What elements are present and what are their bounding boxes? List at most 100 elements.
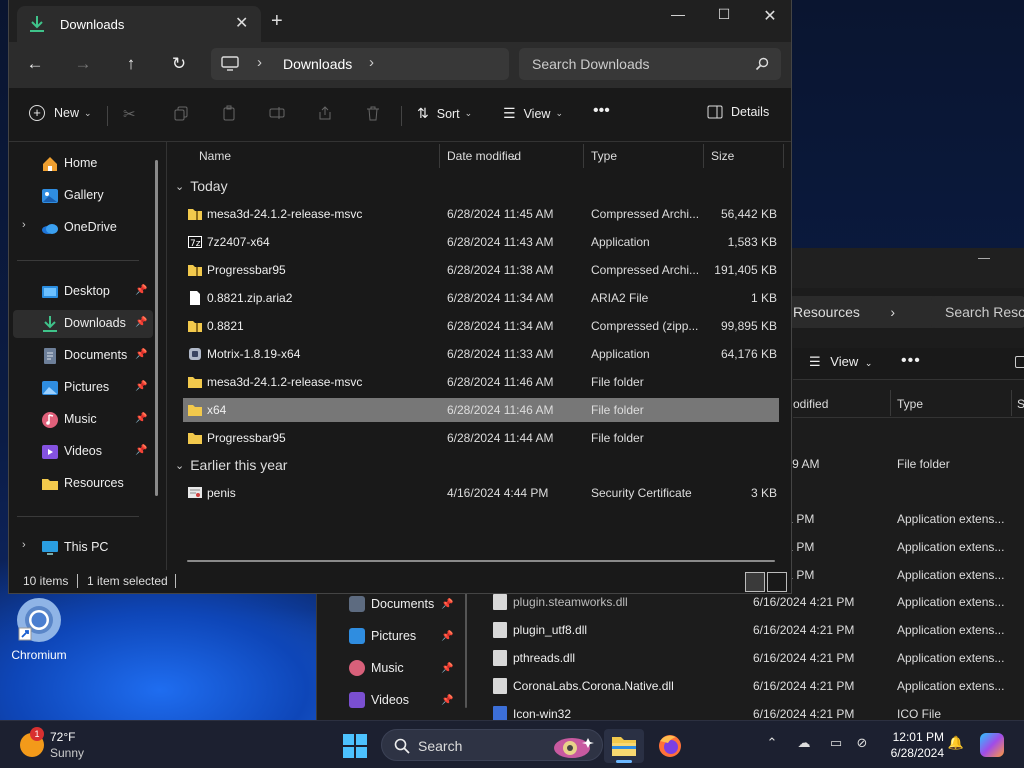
background-view-button[interactable]: ☰ View ⌄: [809, 354, 872, 370]
details-button[interactable]: Details: [707, 105, 769, 119]
title-bar[interactable]: Downloads ✕ + — ☐ ✕: [9, 0, 791, 42]
column-separator[interactable]: [783, 144, 784, 168]
file-row[interactable]: mesa3d-24.1.2-release-msvc 6/28/2024 11:…: [183, 202, 779, 226]
file-row[interactable]: Motrix-1.8.19-x64 6/28/2024 11:33 AM App…: [183, 342, 779, 366]
sidebar-item-videos[interactable]: Videos 📌: [13, 438, 153, 466]
file-row[interactable]: 7z 7z2407-x64 6/28/2024 11:43 AM Applica…: [183, 230, 779, 254]
close-tab-icon[interactable]: ✕: [235, 13, 248, 33]
back-button[interactable]: ←: [23, 54, 47, 76]
sidebar-item-downloads[interactable]: Downloads 📌: [13, 310, 153, 338]
file-row[interactable]: penis 4/16/2024 4:44 PM Security Certifi…: [183, 481, 779, 505]
delete-icon[interactable]: [365, 105, 385, 125]
search-input[interactable]: Search Downloads: [519, 48, 781, 80]
clock[interactable]: 12:01 PM 6/28/2024: [882, 729, 944, 761]
file-row[interactable]: Progressbar95 6/28/2024 11:44 AM File fo…: [183, 426, 779, 450]
forward-button[interactable]: →: [71, 54, 95, 76]
rename-icon[interactable]: [269, 105, 289, 125]
chevron-right-icon[interactable]: ›: [22, 539, 26, 551]
sidebar-item-music[interactable]: Music 📌: [13, 406, 153, 434]
background-address-bar[interactable]: Resources ›: [789, 296, 937, 328]
file-row[interactable]: 0.8821 6/28/2024 11:34 AM Compressed (zi…: [183, 314, 779, 338]
show-hidden-icons-chevron-icon[interactable]: ⌃: [762, 735, 782, 755]
pin-icon[interactable]: 📌: [135, 349, 147, 360]
background-minimize-button[interactable]: [978, 258, 990, 259]
sort-button[interactable]: ⇅ Sort ⌄: [417, 105, 472, 122]
copy-icon[interactable]: [173, 105, 193, 125]
column-size[interactable]: Si: [1017, 397, 1024, 411]
start-button[interactable]: [342, 733, 368, 759]
taskbar-firefox[interactable]: [650, 729, 690, 763]
maximize-button[interactable]: ☐: [701, 6, 747, 26]
column-type[interactable]: Type: [591, 149, 617, 163]
background-search-input[interactable]: Search Resou: [931, 296, 1024, 328]
background-nav-videos[interactable]: Videos 📌: [349, 688, 453, 712]
taskbar-search[interactable]: Search: [381, 729, 603, 761]
column-separator[interactable]: [1011, 390, 1012, 416]
sidebar-item-home[interactable]: Home: [13, 150, 153, 178]
column-date-modified[interactable]: odified: [793, 397, 828, 411]
group-header-earlier-this-year[interactable]: ⌄ Earlier this year: [175, 457, 287, 473]
close-window-button[interactable]: ✕: [747, 6, 793, 26]
copilot-icon[interactable]: [980, 733, 1004, 757]
column-separator[interactable]: [583, 144, 584, 168]
tiles-view-icon[interactable]: [767, 572, 787, 592]
cut-icon[interactable]: ✂: [123, 105, 143, 125]
share-icon[interactable]: [317, 105, 337, 125]
network-volume-icon[interactable]: ⊘: [852, 735, 872, 755]
file-row[interactable]: Progressbar95 6/28/2024 11:38 AM Compres…: [183, 258, 779, 282]
file-row[interactable]: 0.8821.zip.aria2 6/28/2024 11:34 AM ARIA…: [183, 286, 779, 310]
background-file-row[interactable]: CoronaLabs.Corona.Native.dll 6/16/2024 4…: [493, 672, 1024, 700]
details-view-icon[interactable]: [745, 572, 765, 592]
new-tab-button[interactable]: +: [271, 11, 283, 31]
sidebar-item-desktop[interactable]: Desktop 📌: [13, 278, 153, 306]
explorer-window[interactable]: Downloads ✕ + — ☐ ✕ ← → ↑ ↻ › Downloads …: [8, 0, 792, 594]
cloud-offline-icon[interactable]: ☁: [794, 735, 814, 755]
background-breadcrumb[interactable]: Resources: [793, 304, 860, 320]
desktop-icon-chromium[interactable]: Chromium: [6, 596, 72, 666]
background-nav-documents[interactable]: Documents 📌: [349, 592, 453, 616]
background-file-row[interactable]: pthreads.dll 6/16/2024 4:21 PM Applicati…: [493, 644, 1024, 672]
sidebar-item-resources[interactable]: Resources: [13, 470, 153, 498]
file-row-selected[interactable]: x64 6/28/2024 11:46 AM File folder: [183, 398, 779, 422]
sidebar-item-this-pc[interactable]: › This PC: [13, 534, 153, 562]
address-bar[interactable]: › Downloads ›: [211, 48, 509, 80]
column-type[interactable]: Type: [897, 397, 923, 411]
pin-icon[interactable]: 📌: [135, 285, 147, 296]
view-button[interactable]: ☰ View ⌄: [503, 105, 563, 122]
chevron-right-icon[interactable]: ›: [22, 219, 26, 231]
sidebar-item-pictures[interactable]: Pictures 📌: [13, 374, 153, 402]
background-details-pane-icon[interactable]: [1015, 356, 1024, 368]
taskbar-file-explorer[interactable]: [604, 729, 644, 763]
sidebar-item-documents[interactable]: Documents 📌: [13, 342, 153, 370]
sidebar-item-onedrive[interactable]: › OneDrive: [13, 214, 153, 242]
paste-icon[interactable]: [221, 105, 241, 125]
file-row[interactable]: mesa3d-24.1.2-release-msvc 6/28/2024 11:…: [183, 370, 779, 394]
pin-icon[interactable]: 📌: [135, 381, 147, 392]
horizontal-scrollbar[interactable]: [187, 560, 775, 562]
pin-icon[interactable]: 📌: [135, 317, 147, 328]
background-nav-music[interactable]: Music 📌: [349, 656, 453, 680]
column-separator[interactable]: [703, 144, 704, 168]
breadcrumb-downloads[interactable]: Downloads: [283, 56, 352, 72]
background-more-button[interactable]: •••: [901, 352, 921, 370]
column-separator[interactable]: [439, 144, 440, 168]
notification-bell-icon[interactable]: 🔔: [946, 735, 966, 755]
chevron-right-icon[interactable]: ›: [257, 54, 262, 71]
column-size[interactable]: Size: [711, 149, 734, 163]
minimize-button[interactable]: —: [655, 6, 701, 26]
background-file-row[interactable]: plugin_utf8.dll 6/16/2024 4:21 PM Applic…: [493, 616, 1024, 644]
background-nav-pictures[interactable]: Pictures 📌: [349, 624, 453, 648]
tab-downloads[interactable]: Downloads ✕: [17, 6, 261, 42]
new-button[interactable]: + New ⌄: [29, 105, 92, 121]
see-more-button[interactable]: •••: [593, 102, 610, 120]
group-header-today[interactable]: ⌄ Today: [175, 178, 228, 194]
background-nav-scrollbar[interactable]: [465, 588, 467, 708]
chevron-right-icon[interactable]: ›: [369, 54, 374, 71]
weather-widget[interactable]: 1 72°F Sunny: [18, 727, 98, 763]
refresh-button[interactable]: ↻: [167, 54, 191, 76]
pin-icon[interactable]: 📌: [135, 445, 147, 456]
up-button[interactable]: ↑: [119, 54, 143, 76]
column-separator[interactable]: [890, 390, 891, 416]
display-icon[interactable]: ▭: [826, 735, 846, 755]
column-name[interactable]: Name: [199, 149, 231, 163]
